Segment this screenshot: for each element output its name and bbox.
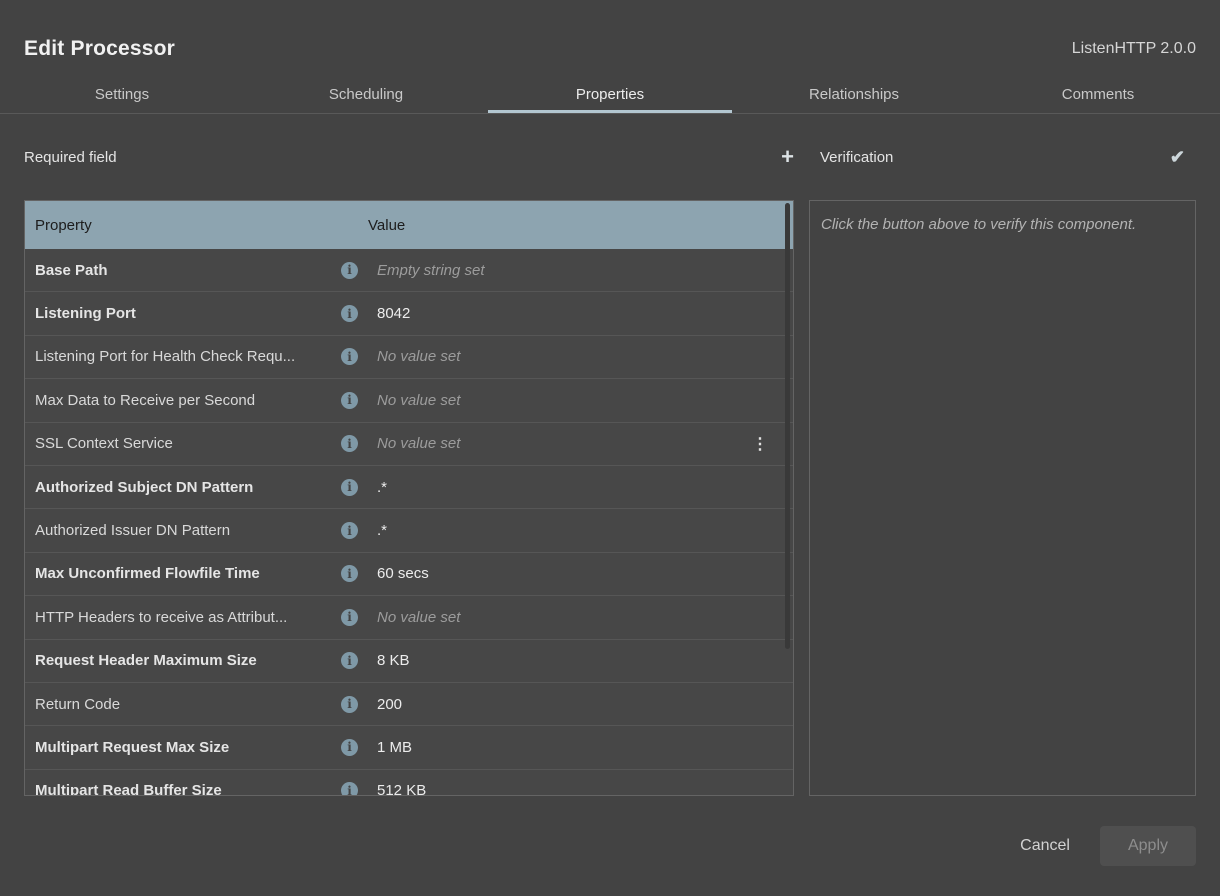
property-value[interactable]: .* bbox=[377, 479, 793, 496]
column-header-property: Property bbox=[25, 217, 368, 234]
table-row[interactable]: SSL Context Servicei No value set⋮ bbox=[25, 423, 793, 466]
property-name: Max Data to Receive per Second bbox=[25, 392, 341, 409]
table-scrollbar-thumb[interactable] bbox=[785, 203, 790, 649]
cancel-button[interactable]: Cancel bbox=[1014, 836, 1076, 856]
property-value[interactable]: 60 secs bbox=[377, 565, 793, 582]
info-icon[interactable]: i bbox=[341, 782, 358, 796]
table-row[interactable]: Base Pathi Empty string set bbox=[25, 249, 793, 292]
property-name: Authorized Issuer DN Pattern bbox=[25, 522, 341, 539]
property-value[interactable]: No value set bbox=[377, 348, 793, 365]
info-icon[interactable]: i bbox=[341, 262, 358, 279]
property-name: Request Header Maximum Size bbox=[25, 652, 341, 669]
table-row[interactable]: Multipart Request Max Sizei 1 MB bbox=[25, 726, 793, 769]
info-icon[interactable]: i bbox=[341, 392, 358, 409]
tab-properties[interactable]: Properties bbox=[488, 75, 732, 113]
info-icon[interactable]: i bbox=[341, 305, 358, 322]
info-icon[interactable]: i bbox=[341, 652, 358, 669]
info-icon[interactable]: i bbox=[341, 479, 358, 496]
verify-button[interactable]: ✔ bbox=[1170, 148, 1185, 166]
table-row[interactable]: Return Codei 200 bbox=[25, 683, 793, 726]
add-property-button[interactable]: + bbox=[781, 146, 794, 168]
verification-label: Verification bbox=[820, 149, 893, 166]
properties-table-body: Base PathiEmpty string setListening Port… bbox=[25, 249, 793, 796]
verification-section-header: Verification ✔ bbox=[809, 114, 1196, 200]
property-name: Return Code bbox=[25, 696, 341, 713]
info-icon[interactable]: i bbox=[341, 348, 358, 365]
plus-icon: + bbox=[781, 144, 794, 169]
more-vertical-icon[interactable]: ⋮ bbox=[751, 434, 769, 454]
info-icon[interactable]: i bbox=[341, 609, 358, 626]
property-value[interactable]: 200 bbox=[377, 696, 793, 713]
table-row[interactable]: Max Data to Receive per Secondi No value … bbox=[25, 379, 793, 422]
property-value[interactable]: 512 KB bbox=[377, 782, 793, 796]
properties-section: Required field + Property Value Base Pat… bbox=[24, 114, 794, 796]
property-name: Max Unconfirmed Flowfile Time bbox=[25, 565, 341, 582]
column-header-value: Value bbox=[368, 217, 793, 234]
tab-relationships[interactable]: Relationships bbox=[732, 75, 976, 113]
property-name: SSL Context Service bbox=[25, 435, 341, 452]
property-name: Listening Port for Health Check Requ... bbox=[25, 348, 341, 365]
tab-bar: SettingsSchedulingPropertiesRelationship… bbox=[0, 75, 1220, 114]
table-row[interactable]: Listening Port for Health Check Requ...i… bbox=[25, 336, 793, 379]
property-value[interactable]: No value set bbox=[377, 392, 793, 409]
verification-panel: Click the button above to verify this co… bbox=[809, 200, 1196, 796]
property-name: HTTP Headers to receive as Attribut... bbox=[25, 609, 341, 626]
edit-processor-dialog: Edit Processor ListenHTTP 2.0.0 Settings… bbox=[0, 0, 1220, 896]
verification-message: Click the button above to verify this co… bbox=[821, 216, 1136, 233]
dialog-content: Required field + Property Value Base Pat… bbox=[0, 114, 1220, 796]
required-field-label: Required field bbox=[24, 149, 117, 166]
info-icon[interactable]: i bbox=[341, 696, 358, 713]
info-icon[interactable]: i bbox=[341, 739, 358, 756]
table-row[interactable]: HTTP Headers to receive as Attribut...i N… bbox=[25, 596, 793, 639]
property-value[interactable]: No value set bbox=[377, 609, 793, 626]
info-icon[interactable]: i bbox=[341, 522, 358, 539]
property-value[interactable]: Empty string set bbox=[377, 262, 793, 279]
info-icon[interactable]: i bbox=[341, 435, 358, 452]
property-value[interactable]: No value set bbox=[377, 435, 751, 452]
property-name: Base Path bbox=[25, 262, 341, 279]
table-row[interactable]: Listening Porti 8042 bbox=[25, 292, 793, 335]
property-name: Multipart Request Max Size bbox=[25, 739, 341, 756]
property-name: Multipart Read Buffer Size bbox=[25, 782, 341, 796]
tab-scheduling[interactable]: Scheduling bbox=[244, 75, 488, 113]
dialog-footer: Cancel Apply bbox=[0, 796, 1220, 896]
property-value[interactable]: 8042 bbox=[377, 305, 793, 322]
property-name: Listening Port bbox=[25, 305, 341, 322]
property-value[interactable]: 1 MB bbox=[377, 739, 793, 756]
table-row[interactable]: Max Unconfirmed Flowfile Timei 60 secs bbox=[25, 553, 793, 596]
property-name: Authorized Subject DN Pattern bbox=[25, 479, 341, 496]
dialog-header: Edit Processor ListenHTTP 2.0.0 bbox=[0, 0, 1220, 75]
processor-version: ListenHTTP 2.0.0 bbox=[1072, 40, 1196, 58]
properties-table: Property Value Base PathiEmpty string se… bbox=[24, 200, 794, 796]
property-value[interactable]: .* bbox=[377, 522, 793, 539]
properties-section-header: Required field + bbox=[24, 114, 794, 200]
check-icon: ✔ bbox=[1170, 147, 1185, 167]
table-row[interactable]: Multipart Read Buffer Sizei 512 KB bbox=[25, 770, 793, 796]
apply-button[interactable]: Apply bbox=[1100, 826, 1196, 866]
tab-settings[interactable]: Settings bbox=[0, 75, 244, 113]
tab-comments[interactable]: Comments bbox=[976, 75, 1220, 113]
table-row[interactable]: Authorized Issuer DN Patterni .* bbox=[25, 509, 793, 552]
dialog-title: Edit Processor bbox=[24, 37, 175, 61]
table-row[interactable]: Request Header Maximum Sizei 8 KB bbox=[25, 640, 793, 683]
properties-table-header: Property Value bbox=[25, 201, 793, 249]
verification-section: Verification ✔ Click the button above to… bbox=[809, 114, 1196, 796]
property-value[interactable]: 8 KB bbox=[377, 652, 793, 669]
table-row[interactable]: Authorized Subject DN Patterni .* bbox=[25, 466, 793, 509]
info-icon[interactable]: i bbox=[341, 565, 358, 582]
